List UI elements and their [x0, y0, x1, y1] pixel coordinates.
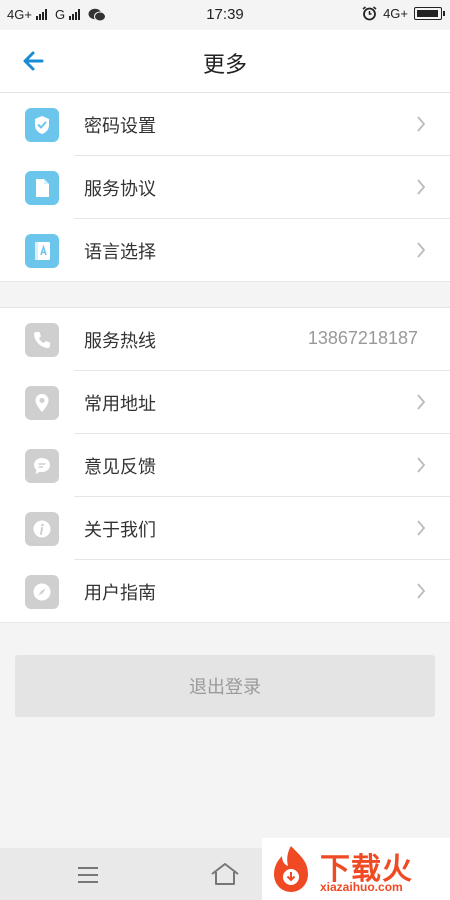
info-icon [25, 512, 59, 546]
menu-item-feedback[interactable]: 意见反馈 [0, 434, 450, 497]
alarm-icon [362, 6, 377, 21]
menu-item-label: 用户指南 [84, 583, 156, 604]
compass-icon [25, 575, 59, 609]
chat-bubble-icon [25, 449, 59, 483]
status-bar-right: 4G+ [362, 6, 445, 21]
menu-item-label: 意见反馈 [84, 457, 156, 478]
shield-icon [25, 108, 59, 142]
menu-item-password-settings[interactable]: 密码设置 [0, 93, 450, 156]
home-icon[interactable] [210, 861, 240, 887]
menu-item-label: 常用地址 [84, 394, 156, 415]
logout-button[interactable]: 退出登录 [15, 655, 435, 717]
document-icon [25, 171, 59, 205]
network-type-3: 4G+ [383, 6, 408, 21]
menu-item-user-guide[interactable]: 用户指南 [0, 560, 450, 623]
menu-item-service-hotline[interactable]: 服务热线 13867218187 [0, 308, 450, 371]
menu-item-about-us[interactable]: 关于我们 [0, 497, 450, 560]
chevron-right-icon [417, 583, 426, 599]
menu-item-label: 服务热线 [84, 331, 156, 352]
menu-item-label: 密码设置 [84, 116, 156, 137]
menu-icon[interactable] [76, 865, 100, 885]
chevron-right-icon [417, 242, 426, 258]
page-header: 更多 [0, 30, 450, 93]
watermark: 下载火 xiazaihuo.com [262, 838, 450, 900]
chevron-right-icon [417, 394, 426, 410]
watermark-url: xiazaihuo.com [320, 880, 403, 894]
settings-group-1: 密码设置 服务协议 语言选择 [0, 93, 450, 282]
hotline-number[interactable]: 13867218187 [308, 328, 418, 349]
language-book-icon [25, 234, 59, 268]
page-title: 更多 [202, 53, 247, 78]
phone-icon [25, 323, 59, 357]
menu-item-language[interactable]: 语言选择 [0, 219, 450, 282]
settings-group-2: 服务热线 13867218187 常用地址 意见反馈 关于我们 用户指南 [0, 307, 450, 623]
menu-item-common-address[interactable]: 常用地址 [0, 371, 450, 434]
chevron-right-icon [417, 116, 426, 132]
status-bar: 4G+ G 17:39 4G+ [0, 0, 450, 30]
location-icon [25, 386, 59, 420]
menu-item-label: 关于我们 [84, 520, 156, 541]
menu-item-label: 服务协议 [84, 179, 156, 200]
chevron-right-icon [417, 457, 426, 473]
flame-logo-icon [274, 846, 308, 892]
menu-item-service-agreement[interactable]: 服务协议 [0, 156, 450, 219]
chevron-right-icon [417, 179, 426, 195]
menu-item-label: 语言选择 [84, 242, 156, 263]
battery-icon [414, 7, 445, 20]
chevron-right-icon [417, 520, 426, 536]
